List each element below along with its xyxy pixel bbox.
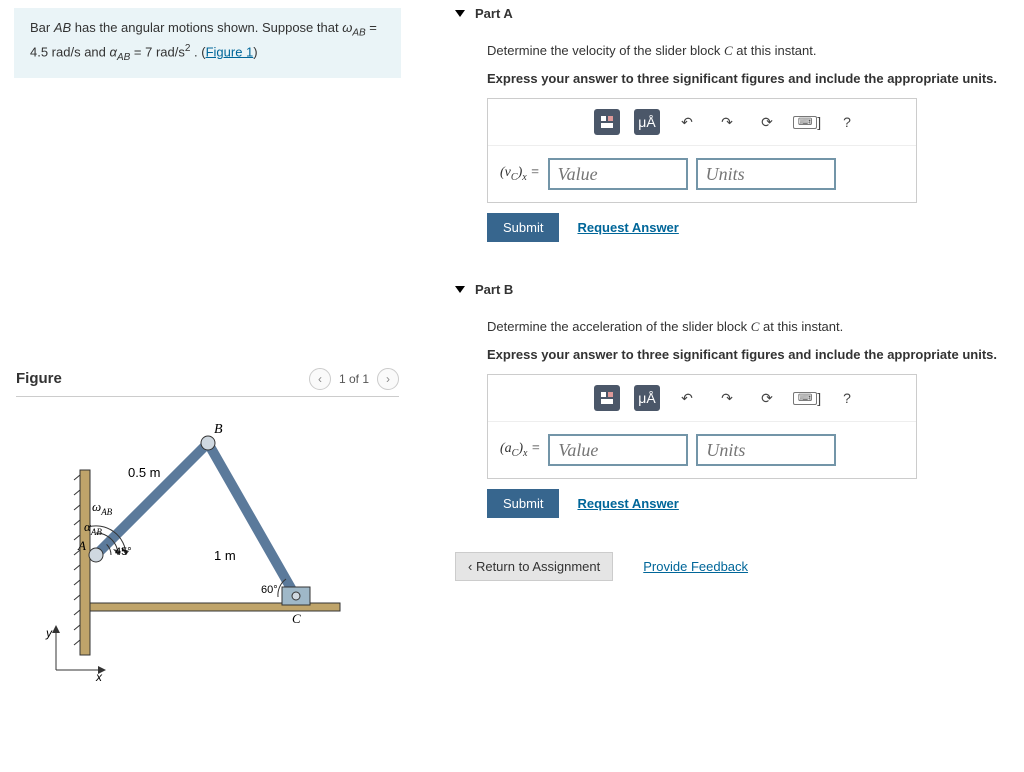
return-to-assignment-button[interactable]: ‹ Return to Assignment — [455, 552, 613, 581]
svg-text:C: C — [292, 611, 301, 626]
intro-text: and — [81, 44, 110, 59]
answer-box-b: μÅ ↶ ↷ ⟳ ⌨] ? (aC)x = — [487, 374, 917, 479]
keyboard-icon[interactable]: ⌨] — [794, 385, 820, 411]
figure-link[interactable]: Figure 1 — [206, 44, 254, 59]
answer-box-a: μÅ ↶ ↷ ⟳ ⌨] ? (vC)x = — [487, 98, 917, 203]
svg-text:45°: 45° — [115, 546, 132, 558]
intro-text: . — [190, 44, 201, 59]
intro-eq: α — [110, 44, 117, 59]
part-b-header[interactable]: Part B — [455, 276, 1014, 303]
provide-feedback-link[interactable]: Provide Feedback — [643, 559, 748, 574]
svg-text:1 m: 1 m — [214, 548, 236, 563]
svg-text:y: y — [45, 626, 53, 640]
intro-text: ) — [253, 44, 257, 59]
svg-text:x: x — [95, 670, 103, 684]
figure-prev-button[interactable]: ‹ — [309, 368, 331, 390]
value-input[interactable] — [548, 158, 688, 190]
intro-eq: = 7 rad/s — [130, 44, 185, 59]
svg-text:A: A — [77, 538, 86, 553]
svg-text:60°: 60° — [261, 584, 278, 596]
help-icon[interactable]: ? — [834, 109, 860, 135]
problem-intro: Bar AB has the angular motions shown. Su… — [14, 8, 401, 78]
svg-text:0.5 m: 0.5 m — [128, 465, 161, 480]
part-a-question: Determine the velocity of the slider blo… — [487, 41, 1014, 61]
part-b-title: Part B — [475, 282, 513, 297]
intro-text: has the angular motions shown. Suppose t… — [71, 20, 342, 35]
value-input[interactable] — [548, 434, 688, 466]
request-answer-link[interactable]: Request Answer — [577, 220, 678, 235]
answer-label: (vC)x = — [500, 165, 540, 183]
figure-title: Figure — [16, 370, 62, 387]
redo-icon[interactable]: ↷ — [714, 385, 740, 411]
units-tool-icon[interactable]: μÅ — [634, 385, 660, 411]
reset-icon[interactable]: ⟳ — [754, 385, 780, 411]
submit-button[interactable]: Submit — [487, 213, 559, 242]
request-answer-link[interactable]: Request Answer — [577, 496, 678, 511]
part-a-title: Part A — [475, 6, 513, 21]
redo-icon[interactable]: ↷ — [714, 109, 740, 135]
caret-down-icon — [455, 286, 465, 293]
units-tool-icon[interactable]: μÅ — [634, 109, 660, 135]
keyboard-icon[interactable]: ⌨] — [794, 109, 820, 135]
units-input[interactable] — [696, 158, 836, 190]
part-b-instructions: Express your answer to three significant… — [487, 345, 1014, 365]
figure-counter: 1 of 1 — [339, 372, 369, 386]
intro-eq-sub: AB — [117, 52, 130, 63]
template-tool-icon[interactable] — [594, 109, 620, 135]
figure-nav: ‹ 1 of 1 › — [309, 368, 399, 390]
intro-var: AB — [54, 20, 71, 35]
chevron-left-icon: ‹ — [468, 559, 476, 574]
figure-next-button[interactable]: › — [377, 368, 399, 390]
part-b-question: Determine the acceleration of the slider… — [487, 317, 1014, 337]
reset-icon[interactable]: ⟳ — [754, 109, 780, 135]
caret-down-icon — [455, 10, 465, 17]
undo-icon[interactable]: ↶ — [674, 109, 700, 135]
template-tool-icon[interactable] — [594, 385, 620, 411]
svg-text:B: B — [214, 422, 223, 437]
part-a-instructions: Express your answer to three significant… — [487, 69, 1014, 89]
intro-text: Bar — [30, 20, 54, 35]
svg-text:ωAB: ωAB — [92, 499, 113, 517]
intro-eq: ω — [342, 20, 352, 35]
part-a-header[interactable]: Part A — [455, 0, 1014, 27]
submit-button[interactable]: Submit — [487, 489, 559, 518]
figure-diagram: B 0.5 m ωAB αAB A 45° 1 m 60° C y x — [18, 415, 378, 685]
undo-icon[interactable]: ↶ — [674, 385, 700, 411]
units-input[interactable] — [696, 434, 836, 466]
intro-eq-sub: AB — [352, 28, 365, 39]
help-icon[interactable]: ? — [834, 385, 860, 411]
answer-label: (aC)x = — [500, 441, 540, 459]
